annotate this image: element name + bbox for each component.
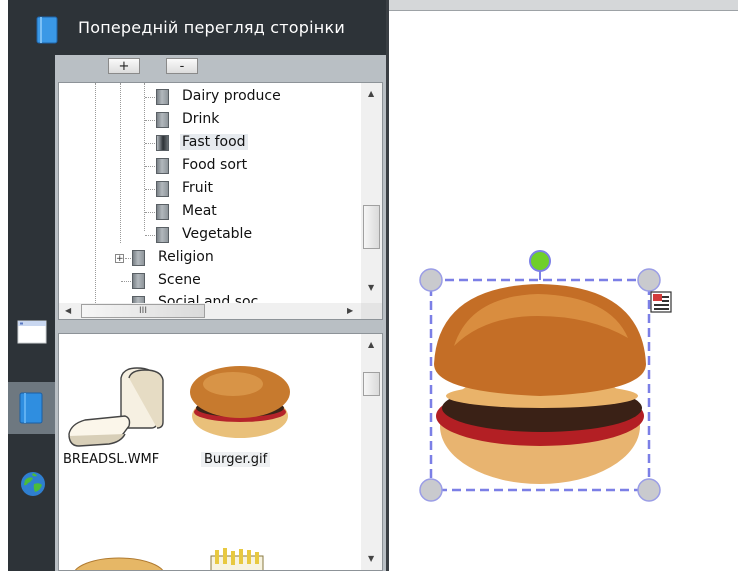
scroll-left-icon[interactable]: ◀ bbox=[65, 306, 71, 315]
folder-icon bbox=[156, 204, 169, 220]
canvas-top-border bbox=[389, 10, 738, 11]
globe-icon[interactable] bbox=[19, 470, 47, 502]
scroll-down-icon[interactable]: ▼ bbox=[368, 554, 374, 563]
tree-horizontal-scrollbar[interactable]: ◀ III ▶ bbox=[59, 303, 361, 319]
tree-item-vegetable[interactable]: Vegetable bbox=[182, 226, 252, 242]
tree-scroll-thumb[interactable] bbox=[363, 205, 380, 249]
canvas-top-bar bbox=[389, 0, 738, 10]
resize-handle-bottom-right[interactable] bbox=[637, 478, 661, 502]
expand-button[interactable]: + bbox=[108, 58, 140, 74]
tree-item-food-sort[interactable]: Food sort bbox=[182, 157, 247, 173]
fries-icon[interactable] bbox=[207, 548, 267, 570]
folder-icon bbox=[156, 112, 169, 128]
scroll-corner bbox=[361, 303, 382, 319]
collapse-button[interactable]: - bbox=[166, 58, 198, 74]
resize-handle-bottom-left[interactable] bbox=[419, 478, 443, 502]
tree-item-religion[interactable]: Religion bbox=[158, 249, 214, 265]
thumbnail-scroll-thumb[interactable] bbox=[363, 372, 380, 396]
open-folder-icon bbox=[156, 135, 169, 151]
page-window-icon[interactable] bbox=[17, 320, 47, 348]
folder-icon bbox=[156, 89, 169, 105]
folder-icon bbox=[132, 273, 145, 289]
burger-icon[interactable] bbox=[187, 364, 293, 448]
book-icon bbox=[36, 16, 58, 48]
folder-icon bbox=[156, 158, 169, 174]
scroll-up-icon[interactable]: ▲ bbox=[368, 89, 374, 98]
side-tab-bar bbox=[8, 0, 55, 571]
resize-handle-top-right[interactable] bbox=[637, 268, 661, 292]
folder-icon bbox=[156, 227, 169, 243]
scroll-up-icon[interactable]: ▲ bbox=[368, 340, 374, 349]
category-tree[interactable]: Dairy produce Drink Fast food Food sort … bbox=[58, 82, 383, 320]
tree-item-meat[interactable]: Meat bbox=[182, 203, 217, 219]
tree-hscroll-thumb[interactable]: III bbox=[81, 304, 205, 318]
expand-node-icon[interactable]: + bbox=[115, 254, 124, 264]
tree-item-dairy-produce[interactable]: Dairy produce bbox=[182, 88, 281, 104]
scroll-right-icon[interactable]: ▶ bbox=[347, 306, 353, 315]
tree-item-fast-food[interactable]: Fast food bbox=[180, 134, 248, 150]
thumbnail-grid[interactable]: BREADSL.WMF Burger.gif ▲ ▼ bbox=[58, 333, 383, 571]
object-menu-icon[interactable] bbox=[650, 291, 672, 317]
folder-icon bbox=[132, 250, 145, 266]
panel-title: Попередній перегляд сторінки bbox=[78, 18, 345, 37]
tree-item-drink[interactable]: Drink bbox=[182, 111, 219, 127]
thumbnail-vertical-scrollbar[interactable]: ▲ ▼ bbox=[361, 334, 382, 570]
tortilla-icon[interactable] bbox=[69, 546, 169, 570]
burger-image[interactable] bbox=[410, 246, 670, 506]
tree-item-fruit[interactable]: Fruit bbox=[182, 180, 213, 196]
resize-handle-top-left[interactable] bbox=[419, 268, 443, 292]
tree-item-scene[interactable]: Scene bbox=[158, 272, 201, 288]
thumbnail-caption-burger[interactable]: Burger.gif bbox=[201, 452, 271, 467]
tree-vertical-scrollbar[interactable]: ▲ ▼ bbox=[361, 83, 382, 303]
gallery-header: Попередній перегляд сторінки bbox=[8, 0, 386, 55]
bread-slice-icon[interactable] bbox=[65, 364, 169, 452]
gallery-book-icon[interactable] bbox=[18, 392, 44, 428]
thumbnail-caption-breadsl[interactable]: BREADSL.WMF bbox=[63, 452, 159, 467]
scroll-down-icon[interactable]: ▼ bbox=[368, 283, 374, 292]
folder-icon bbox=[156, 181, 169, 197]
rotate-handle[interactable] bbox=[529, 250, 551, 272]
